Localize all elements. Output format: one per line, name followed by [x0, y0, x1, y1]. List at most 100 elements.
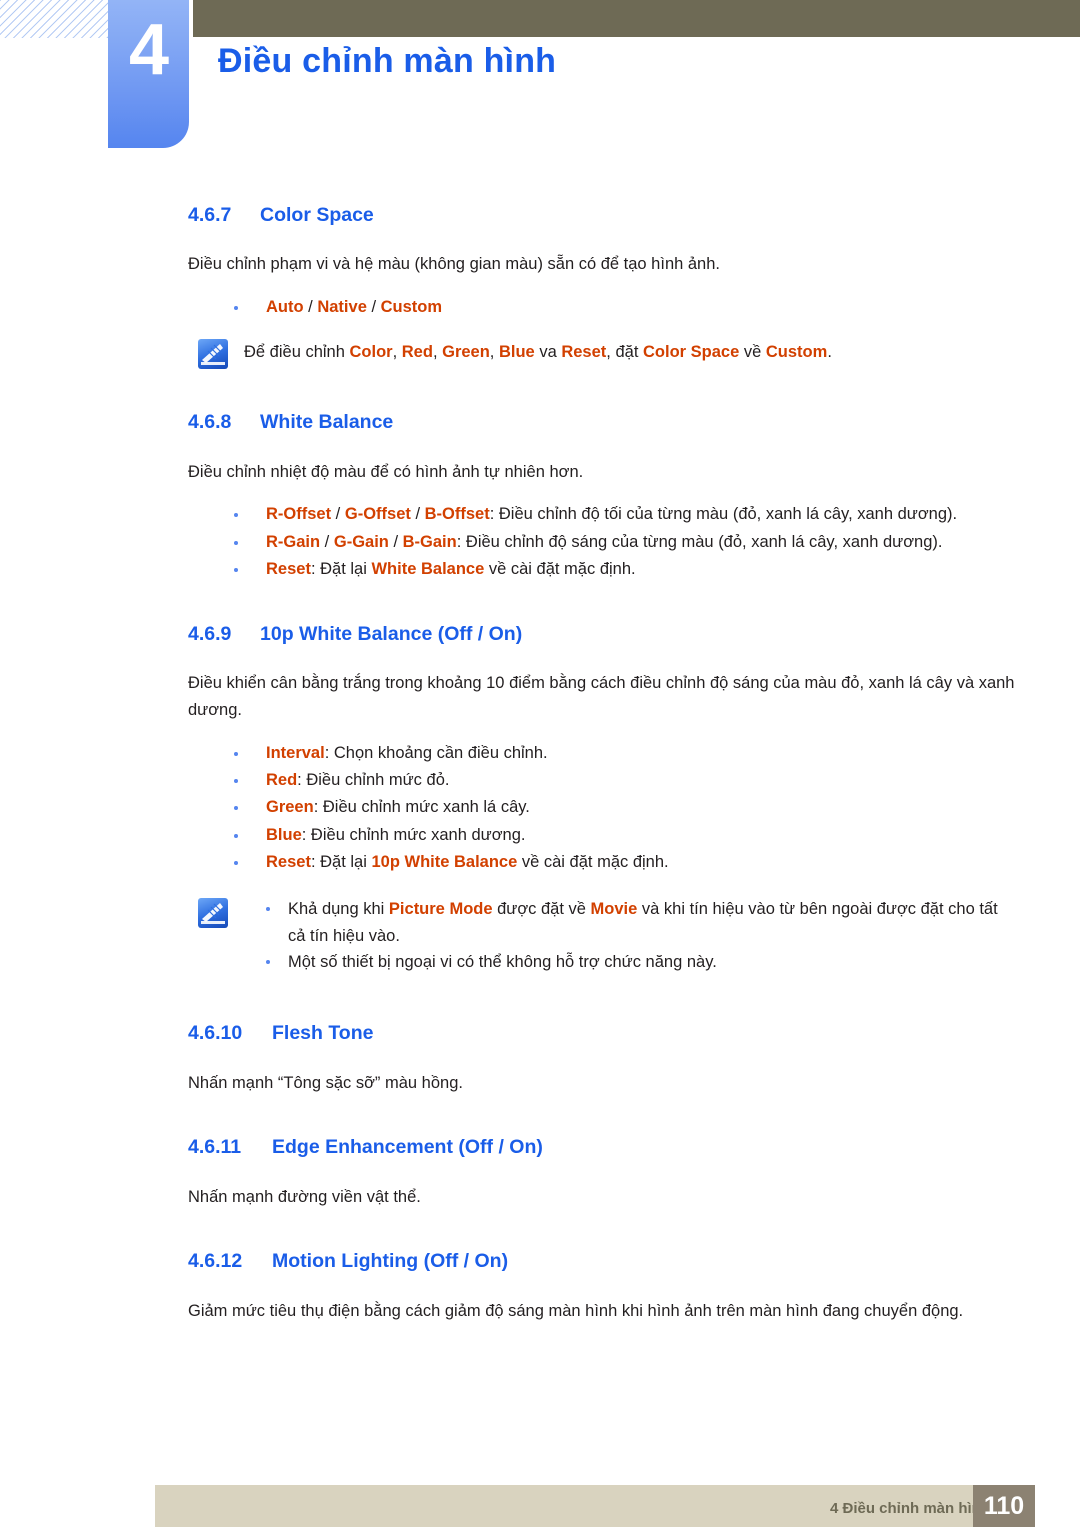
list-item-text: về cài đặt mặc định.	[517, 852, 669, 871]
list-item: Red: Điều chỉnh mức đỏ.	[188, 767, 1018, 794]
page-footer: 4 Điều chỉnh màn hình 110	[0, 1465, 1080, 1527]
page-content: 4.6.7 Color Space Điều chỉnh phạm vi và h…	[0, 170, 1080, 1325]
note-text-fragment: được đặt về	[492, 900, 591, 919]
section-number: 4.6.7	[188, 204, 232, 226]
note-text-fragment: ,	[392, 343, 402, 362]
keyword-r-offset: R-Offset	[266, 505, 332, 524]
separator: /	[320, 532, 334, 551]
section-intro-4-6-7: Điều chỉnh phạm vi và hệ màu (không gian…	[188, 255, 720, 274]
keyword-reset: Reset	[266, 559, 311, 578]
list-item: Interval: Chọn khoảng cần điều chỉnh.	[188, 740, 1018, 767]
keyword-g-gain: G-Gain	[333, 532, 389, 551]
section-title: Edge Enhancement (Off / On)	[272, 1136, 543, 1159]
section-number: 4.6.9	[188, 623, 232, 646]
list-item-text: : Điều chỉnh độ sáng của từng màu (đỏ, x…	[456, 532, 943, 551]
header-olive-bar	[193, 0, 1080, 37]
note-text-fragment: ,	[432, 343, 443, 362]
keyword-red: Red	[266, 771, 298, 790]
keyword-blue: Blue	[498, 343, 535, 362]
note-text-fragment: .	[827, 343, 832, 362]
section-number: 4.6.12	[188, 1250, 243, 1273]
separator: /	[303, 298, 318, 317]
section-heading-4-6-11: 4.6.11 Edge Enhancement (Off / On)	[188, 1136, 1018, 1159]
section-heading-4-6-9: 4.6.9 10p White Balance (Off / On)	[188, 623, 1018, 646]
list-item-text: : Chọn khoảng cần điều chỉnh.	[324, 743, 548, 762]
note-block-4-6-7: Để điều chỉnh Color, Red, Green, Blue va…	[188, 337, 1018, 371]
note-bullet-list-4-6-9: Khả dụng khi Picture Mode được đặt về Mo…	[244, 896, 1018, 976]
list-item-text: : Điều chỉnh mức xanh dương.	[301, 825, 526, 844]
keyword-picture-mode: Picture Mode	[388, 900, 493, 919]
list-item: Một số thiết bị ngoại vi có thể không hỗ…	[244, 949, 1018, 976]
chapter-number: 4	[128, 10, 169, 90]
section-heading-4-6-8: 4.6.8 White Balance	[188, 411, 1018, 434]
note-pen-icon	[198, 898, 228, 929]
note-text-fragment: Để điều chỉnh	[244, 343, 350, 362]
chapter-tab: 4	[108, 0, 189, 148]
section-heading-4-6-12: 4.6.12 Motion Lighting (Off / On)	[188, 1250, 1018, 1273]
keyword-reset: Reset	[561, 343, 607, 362]
note-block-4-6-9: Khả dụng khi Picture Mode được đặt về Mo…	[188, 896, 1018, 976]
keyword-g-offset: G-Offset	[344, 505, 411, 524]
keyword-b-gain: B-Gain	[402, 532, 457, 551]
list-item-text: : Điều chỉnh mức đỏ.	[297, 771, 450, 790]
section-intro-4-6-12: Giảm mức tiêu thụ điện bằng cách giảm độ…	[188, 1301, 964, 1320]
separator: /	[410, 505, 425, 524]
note-text-fragment: va	[534, 343, 562, 362]
list-item-text: : Đặt lại	[310, 852, 372, 871]
keyword-green: Green	[442, 343, 490, 362]
section-number: 4.6.8	[188, 411, 232, 434]
keyword-green: Green	[266, 798, 314, 817]
bullet-list-4-6-7: Auto / Native / Custom	[188, 294, 1018, 321]
keyword-custom: Custom	[380, 298, 443, 317]
keyword-movie: Movie	[590, 900, 638, 919]
note-text-fragment: về	[739, 343, 766, 362]
section-number: 4.6.11	[188, 1136, 242, 1159]
section-title: Color Space	[260, 204, 374, 226]
section-number: 4.6.10	[188, 1022, 243, 1045]
keyword-white-balance: White Balance	[371, 559, 485, 578]
list-item: Green: Điều chỉnh mức xanh lá cây.	[188, 794, 1018, 821]
separator: /	[388, 532, 403, 551]
list-item-text: về cài đặt mặc định.	[484, 559, 636, 578]
section-title: Motion Lighting (Off / On)	[272, 1250, 509, 1273]
section-title: Flesh Tone	[272, 1022, 374, 1045]
section-heading-4-6-7: 4.6.7 Color Space	[188, 204, 1018, 227]
keyword-color: Color	[349, 343, 393, 362]
page-header: 4 Điều chỉnh màn hình	[0, 0, 1080, 170]
list-item: Auto / Native / Custom	[188, 294, 1018, 321]
note-text-fragment: Khả dụng khi	[288, 900, 389, 919]
list-item: R-Gain / G-Gain / B-Gain: Điều chỉnh độ …	[188, 529, 1018, 556]
keyword-b-offset: B-Offset	[424, 505, 490, 524]
keyword-10p-white-balance: 10p White Balance	[371, 852, 518, 871]
page-number: 110	[973, 1485, 1035, 1527]
section-intro-4-6-11: Nhấn mạnh đường viền vật thể.	[188, 1187, 421, 1206]
keyword-auto: Auto	[266, 298, 304, 317]
note-text-4-6-7: Để điều chỉnh Color, Red, Green, Blue va…	[244, 337, 1018, 366]
separator: /	[331, 505, 345, 524]
keyword-reset: Reset	[266, 852, 311, 871]
keyword-red: Red	[401, 343, 433, 362]
section-title: White Balance	[260, 411, 394, 434]
note-text-fragment: Một số thiết bị ngoại vi có thể không hỗ…	[288, 953, 717, 972]
section-heading-4-6-10: 4.6.10 Flesh Tone	[188, 1022, 1018, 1045]
keyword-r-gain: R-Gain	[266, 532, 321, 551]
section-intro-4-6-10: Nhấn mạnh “Tông sặc sỡ” màu hồng.	[188, 1073, 463, 1092]
bullet-list-4-6-9: Interval: Chọn khoảng cần điều chỉnh. Re…	[188, 740, 1018, 876]
separator: /	[366, 298, 381, 317]
section-title: 10p White Balance (Off / On)	[260, 623, 523, 646]
list-item-text: : Điều chỉnh độ tối của từng màu (đỏ, xa…	[489, 505, 958, 524]
keyword-interval: Interval	[266, 743, 325, 762]
note-text-fragment: , đặt	[606, 343, 643, 362]
hatch-decoration	[0, 0, 112, 38]
keyword-native: Native	[317, 298, 367, 317]
list-item: Blue: Điều chỉnh mức xanh dương.	[188, 822, 1018, 849]
note-pen-icon	[198, 339, 228, 370]
section-intro-4-6-8: Điều chỉnh nhiệt độ màu để có hình ảnh t…	[188, 462, 584, 481]
chapter-title: Điều chỉnh màn hình	[218, 42, 557, 80]
list-item: Khả dụng khi Picture Mode được đặt về Mo…	[244, 896, 1018, 949]
list-item: Reset: Đặt lại 10p White Balance về cài …	[188, 849, 1018, 876]
keyword-blue: Blue	[266, 825, 302, 844]
list-item: R-Offset / G-Offset / B-Offset: Điều chỉ…	[188, 501, 1018, 528]
bullet-list-4-6-8: R-Offset / G-Offset / B-Offset: Điều chỉ…	[188, 501, 1018, 583]
keyword-custom: Custom	[765, 343, 828, 362]
